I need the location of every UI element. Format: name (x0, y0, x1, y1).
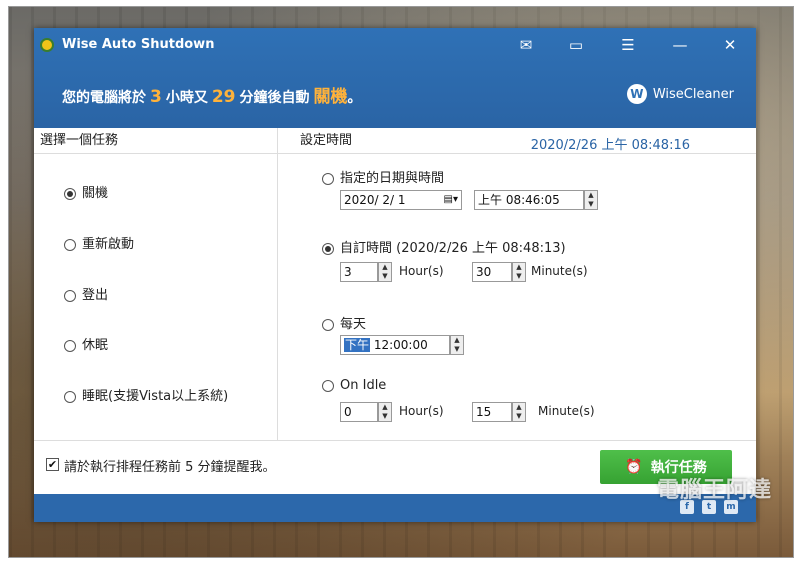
schedule-option-specific[interactable]: 指定的日期與時間 (322, 167, 444, 186)
radio-icon (322, 242, 334, 255)
brand-name: WiseCleaner (652, 86, 734, 102)
radio-icon (64, 238, 76, 251)
schedule-option-custom[interactable]: 自訂時間 (2020/2/26 上午 08:48:13) (322, 237, 566, 256)
daily-time-field[interactable]: 下午 12:00:00 (340, 335, 450, 355)
mail-icon[interactable]: ✉ (514, 35, 538, 55)
footer-divider (34, 440, 756, 441)
radio-icon (322, 379, 334, 392)
calendar-dropdown-icon[interactable]: ▤▾ (444, 191, 458, 209)
current-datetime: 2020/2/26 上午 08:48:16 (530, 138, 690, 153)
daily-time-spinner-icon[interactable]: ▲ ▼ (450, 335, 464, 355)
task-option-restart[interactable]: 重新啟動 (64, 233, 134, 252)
close-icon[interactable]: ✕ (718, 35, 742, 55)
minimize-icon[interactable]: — (668, 35, 692, 55)
specific-date-picker[interactable]: 2020/ 2/ 1 ▤▾ (340, 190, 462, 210)
radio-icon (322, 172, 334, 185)
daily-ampm-segment[interactable]: 下午 (344, 338, 371, 352)
radio-icon (64, 339, 76, 352)
custom-minutes-input[interactable]: 30 (472, 262, 512, 282)
window-title: Wise Auto Shutdown (62, 37, 215, 52)
idle-minutes-input[interactable]: 15 (472, 402, 512, 422)
app-window: Wise Auto Shutdown ✉ ▭ ☰ — ✕ 您的電腦將於 3 小時又 2… (34, 28, 756, 522)
task-option-hibernate[interactable]: 休眠 (64, 334, 108, 353)
countdown-message: 您的電腦將於 3 小時又 29 分鐘後自動 關機。 (62, 87, 362, 107)
task-option-logoff[interactable]: 登出 (64, 284, 108, 303)
remind-label: 請於執行排程任務前 5 分鐘提醒我。 (64, 460, 276, 475)
schedule-option-daily[interactable]: 每天 (322, 313, 366, 332)
menu-icon[interactable]: ☰ (616, 35, 640, 55)
wisecleaner-logo-icon: W (626, 84, 647, 104)
task-header: 選擇一個任務 (34, 128, 278, 154)
specific-time-field[interactable]: 上午 08:46:05 (474, 190, 584, 210)
task-option-shutdown[interactable]: 關機 (64, 182, 108, 201)
idle-minutes-unit: Minute(s) (538, 404, 595, 418)
idle-hours-spinner-icon[interactable]: ▲ ▼ (378, 402, 392, 422)
custom-minutes-spinner-icon[interactable]: ▲ ▼ (512, 262, 526, 282)
custom-minutes-unit: Minute(s) (531, 264, 588, 278)
custom-hours-input[interactable]: 3 (340, 262, 378, 282)
app-clock-icon (40, 38, 54, 52)
idle-minutes-spinner-icon[interactable]: ▲ ▼ (512, 402, 526, 422)
watermark: 電腦王阿達 (656, 478, 772, 503)
header-banner: Wise Auto Shutdown ✉ ▭ ☰ — ✕ 您的電腦將於 3 小時又 2… (34, 28, 756, 128)
radio-icon (64, 390, 76, 403)
feedback-icon[interactable]: ▭ (564, 35, 588, 55)
schedule-option-idle[interactable]: On Idle (322, 378, 386, 393)
countdown-minutes: 29 (211, 87, 236, 107)
specific-time-spinner-icon[interactable]: ▲ ▼ (584, 190, 598, 210)
brand-link[interactable]: W WiseCleaner (626, 84, 734, 104)
idle-hours-unit: Hour(s) (399, 404, 444, 418)
idle-hours-input[interactable]: 0 (340, 402, 378, 422)
radio-icon (322, 318, 334, 331)
task-option-sleep[interactable]: 睡眠(支援Vista以上系統) (64, 385, 228, 404)
bottom-bar: f t m (34, 494, 756, 522)
custom-hours-spinner-icon[interactable]: ▲ ▼ (378, 262, 392, 282)
countdown-hours: 3 (150, 87, 162, 107)
alarm-clock-icon: ⏰ (625, 459, 643, 475)
custom-hours-unit: Hour(s) (399, 264, 444, 278)
countdown-action: 關機 (313, 87, 348, 107)
remind-checkbox[interactable]: ✔ (46, 458, 59, 471)
radio-icon (64, 289, 76, 302)
radio-icon (64, 187, 76, 200)
